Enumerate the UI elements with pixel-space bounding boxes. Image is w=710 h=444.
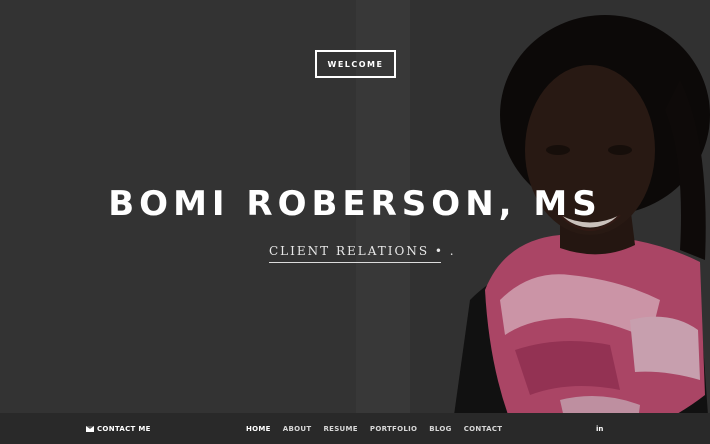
contact-me-link[interactable]: CONTACT ME [86,413,151,444]
linkedin-icon[interactable]: in [596,413,603,444]
contact-me-label: CONTACT ME [97,424,151,433]
nav-contact[interactable]: CONTACT [464,425,503,433]
nav-home[interactable]: HOME [246,425,271,433]
footer-bar: CONTACT ME HOME ABOUT RESUME PORTFOLIO B… [0,413,710,444]
hero-name-heading: BOMI ROBERSON, MS [108,184,602,224]
envelope-icon [86,425,94,432]
nav-blog[interactable]: BLOG [429,425,451,433]
hero-subtitle: CLIENT RELATIONS • . [269,244,454,263]
welcome-button[interactable]: WELCOME [315,50,396,78]
nav-portfolio[interactable]: PORTFOLIO [370,425,417,433]
nav-resume[interactable]: RESUME [323,425,357,433]
hero-section: WELCOME BOMI ROBERSON, MS CLIENT RELATIO… [0,0,710,413]
nav-about[interactable]: ABOUT [283,425,312,433]
main-nav: HOME ABOUT RESUME PORTFOLIO BLOG CONTACT [246,413,514,444]
